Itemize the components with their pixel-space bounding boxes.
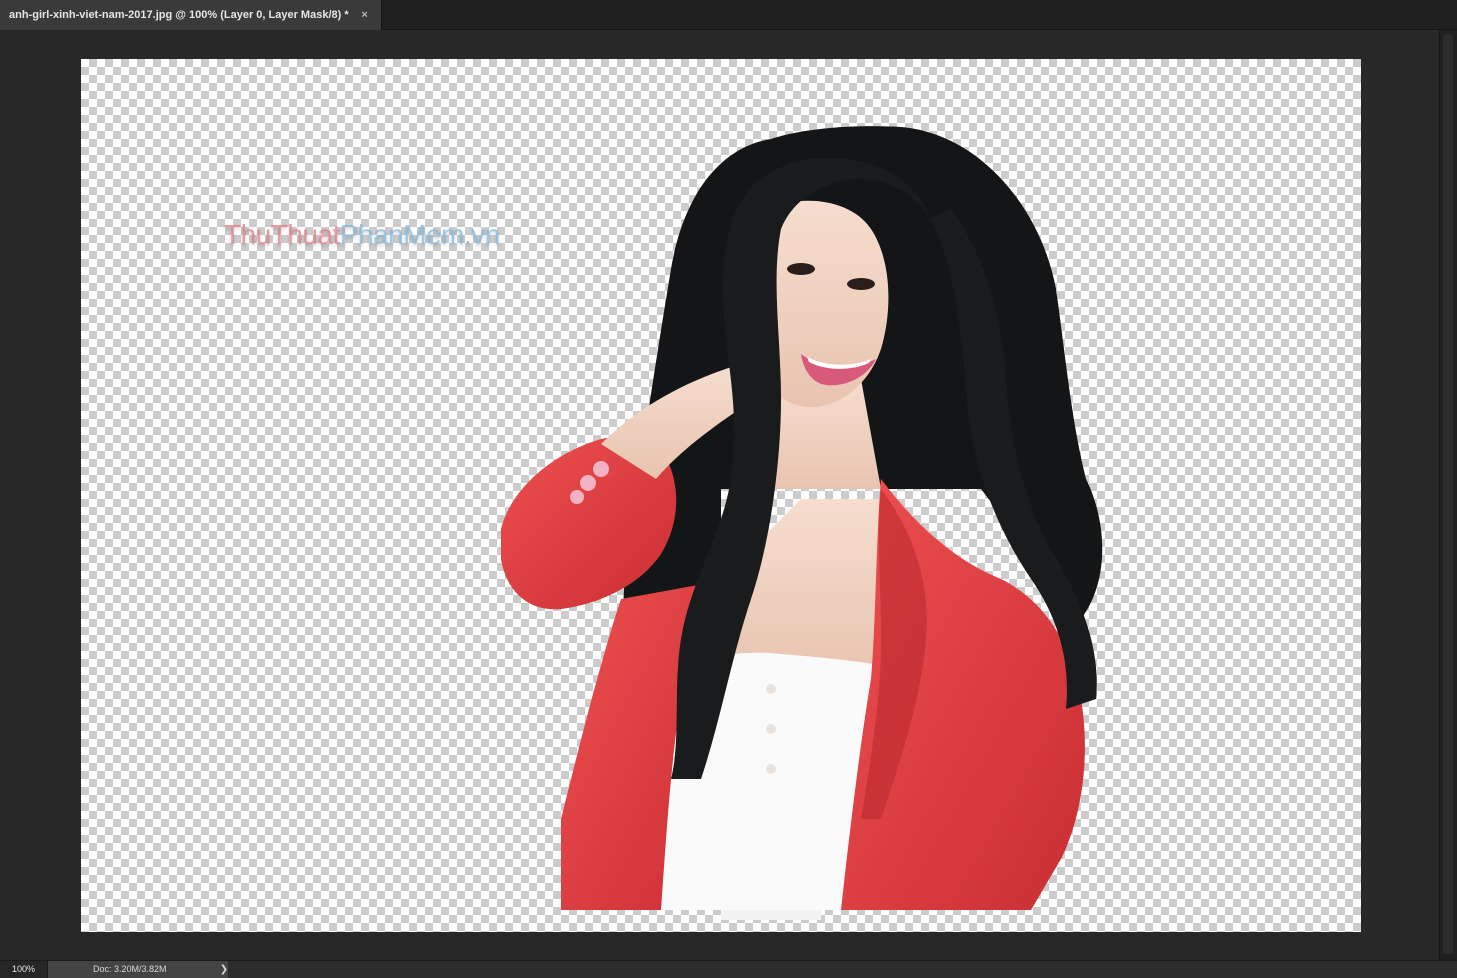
zoom-level-field[interactable]: 100% [0,961,48,978]
photoshop-window: anh-girl-xinh-viet-nam-2017.jpg @ 100% (… [0,0,1457,978]
image-canvas[interactable]: ThuThuatPhanMem.vn [81,59,1361,932]
document-tab[interactable]: anh-girl-xinh-viet-nam-2017.jpg @ 100% (… [0,0,382,30]
vertical-scrollbar[interactable] [1439,30,1457,960]
chevron-right-icon[interactable]: ❯ [218,961,230,978]
status-bar: 100% Doc: 3.20M/3.82M ❯ [0,960,1457,978]
cutout-subject [501,126,1103,920]
close-icon[interactable]: × [359,9,371,21]
scrollbar-thumb[interactable] [1443,34,1453,954]
document-tab-bar: anh-girl-xinh-viet-nam-2017.jpg @ 100% (… [0,0,1457,30]
document-tab-title: anh-girl-xinh-viet-nam-2017.jpg @ 100% (… [9,9,349,21]
document-size-info[interactable]: Doc: 3.20M/3.82M [48,961,228,978]
